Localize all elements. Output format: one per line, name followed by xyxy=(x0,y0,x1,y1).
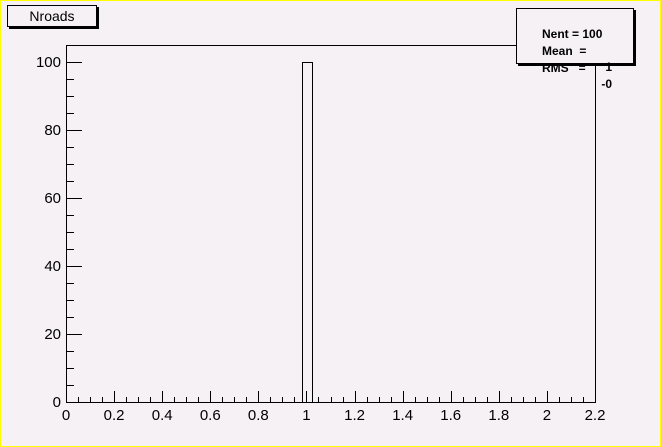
histogram-title: Nroads xyxy=(7,5,97,27)
x-tick-label: 1.2 xyxy=(344,407,365,424)
x-tick-label: 0.4 xyxy=(152,407,173,424)
x-tick-label: 2 xyxy=(543,407,551,424)
y-tick-label: 100 xyxy=(36,54,61,71)
y-tick-label: 80 xyxy=(44,122,61,139)
x-tick-label: 0.8 xyxy=(248,407,269,424)
stats-box: Nent = 100 Mean = 1 RMS = -0 xyxy=(516,8,634,91)
histogram-canvas: 0 0.2 0.4 0.6 0.8 1 1.2 1.4 1.6 1.8 2 2.2 0 20 40 60 80… xyxy=(1,1,660,446)
stat-mean: Mean = 1 xyxy=(522,27,632,74)
x-tick-label: 1.8 xyxy=(488,407,509,424)
x-tick-label: 0.2 xyxy=(104,407,125,424)
y-tick-label: 20 xyxy=(44,326,61,343)
histogram-title-text: Nroads xyxy=(29,8,75,24)
x-tick-label: 0.6 xyxy=(200,407,221,424)
y-tick-label: 60 xyxy=(44,190,61,207)
plot-frame xyxy=(66,45,596,403)
x-tick-label: 1 xyxy=(302,407,310,424)
x-tick-label: 1.4 xyxy=(392,407,413,424)
stat-rms-label: RMS = xyxy=(542,61,586,75)
x-tick-label: 2.2 xyxy=(585,407,606,424)
y-axis: 0 20 40 60 80 100 xyxy=(36,45,82,411)
y-tick-label: 40 xyxy=(44,258,61,275)
x-tick-label: 0 xyxy=(62,407,70,424)
y-tick-label: 0 xyxy=(53,394,61,411)
stat-rms-value: -0 xyxy=(601,77,612,91)
x-axis: 0 0.2 0.4 0.6 0.8 1 1.2 1.4 1.6 1.8 2 2.2 xyxy=(62,391,606,424)
x-tick-label: 1.6 xyxy=(440,407,461,424)
stat-mean-value: 1 xyxy=(605,60,612,74)
histogram-bars xyxy=(302,62,313,403)
stat-entries: Nent = 100 xyxy=(522,10,632,41)
stat-rms: RMS = -0 xyxy=(522,44,632,91)
histogram-bar xyxy=(302,62,313,403)
